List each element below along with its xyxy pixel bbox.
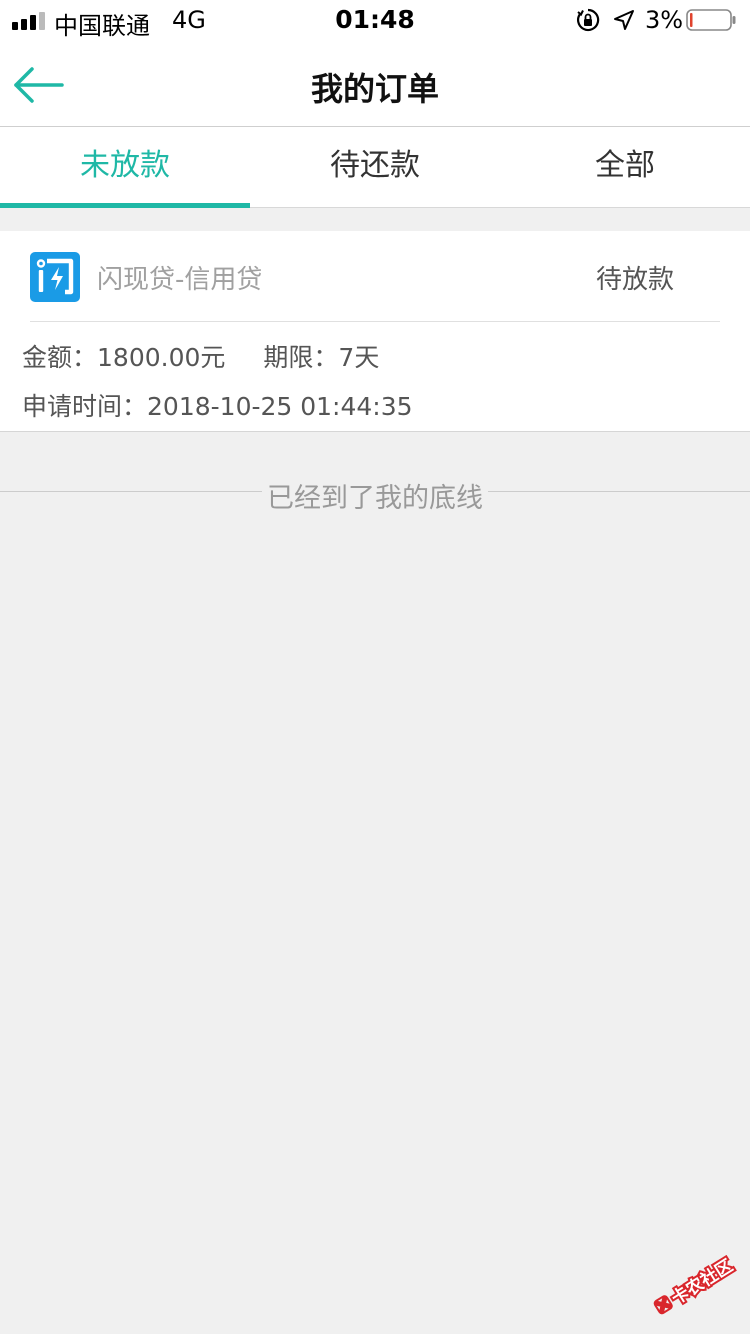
card-divider bbox=[30, 321, 720, 322]
location-arrow-icon bbox=[614, 10, 634, 30]
battery-icon bbox=[686, 9, 736, 31]
order-tabs: 未放款 待还款 全部 bbox=[0, 127, 750, 208]
page-title: 我的订单 bbox=[310, 70, 439, 108]
amount-value: 1800.00元 bbox=[97, 343, 226, 372]
amount-label: 金额： bbox=[22, 343, 98, 372]
tab-label: 未放款 bbox=[80, 148, 170, 183]
order-card[interactable]: 闪现贷-信用贷 待放款 金额：1800.00元 期限：7天 申请时间：2018-1… bbox=[0, 231, 750, 432]
status-bar: 中国联通 4G 01:48 3% bbox=[0, 0, 750, 40]
tab-all[interactable]: 全部 bbox=[500, 127, 750, 207]
nav-bar: 我的订单 bbox=[0, 40, 750, 127]
tab-unpaid-loans[interactable]: 未放款 bbox=[0, 127, 250, 208]
term-label: 期限： bbox=[263, 343, 339, 372]
flash-loan-logo-icon bbox=[30, 252, 80, 302]
tab-pending-repayment[interactable]: 待还款 bbox=[250, 127, 500, 207]
watermark-text: 卡农社区 bbox=[668, 1255, 737, 1309]
product-name: 闪现贷-信用贷 bbox=[97, 265, 263, 295]
active-tab-indicator bbox=[0, 203, 250, 208]
battery-percent: 3% bbox=[645, 6, 684, 34]
tab-label: 待还款 bbox=[330, 148, 420, 183]
apply-time-value: 2018-10-25 01:44:35 bbox=[147, 392, 413, 421]
tab-label: 全部 bbox=[595, 148, 655, 183]
apply-time-label: 申请时间： bbox=[22, 392, 148, 421]
status-time: 01:48 bbox=[335, 5, 415, 34]
amount-term-row: 金额：1800.00元 期限：7天 bbox=[22, 338, 379, 374]
term-value: 7天 bbox=[338, 343, 380, 372]
rotation-lock-icon bbox=[577, 8, 600, 32]
apply-time-row: 申请时间：2018-10-25 01:44:35 bbox=[22, 387, 413, 423]
order-status: 待放款 bbox=[596, 265, 675, 295]
end-of-list-text: 已经到了我的底线 bbox=[267, 483, 483, 514]
watermark-logo: 卡农社区 bbox=[653, 1253, 739, 1315]
